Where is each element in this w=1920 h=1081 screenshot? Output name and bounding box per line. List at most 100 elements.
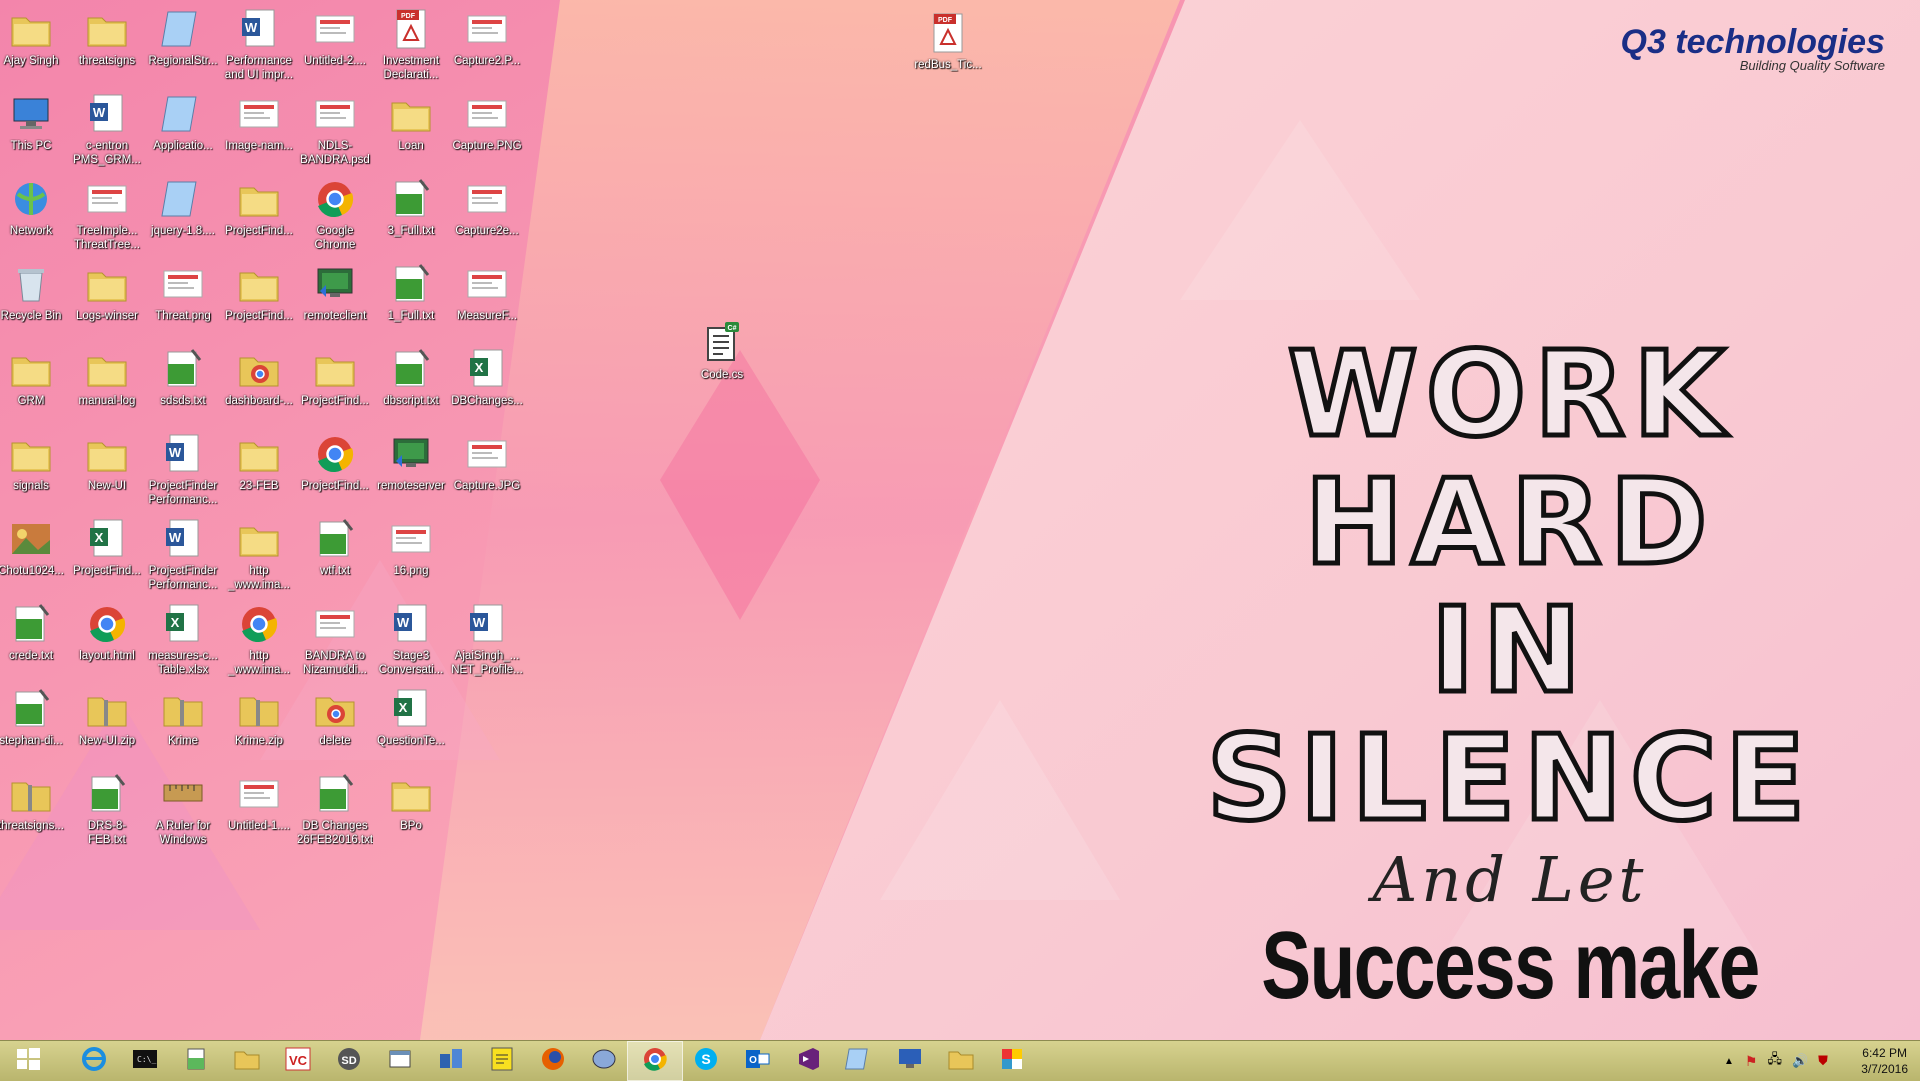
desktop-icon[interactable]: 23-FEB [221, 427, 297, 493]
taskbar-skype[interactable]: S [678, 1041, 734, 1081]
desktop-icon[interactable]: X ProjectFind... [69, 512, 145, 578]
desktop-icon[interactable]: BANDRA to Nizamuddi... [297, 597, 373, 677]
desktop-icon[interactable]: dashboard-... [221, 342, 297, 408]
desktop-icon[interactable]: Image-nam... [221, 87, 297, 153]
desktop-icon[interactable]: Applicatio... [145, 87, 221, 153]
desktop-icon[interactable]: X QuestionTe... [373, 682, 449, 748]
desktop-icon[interactable]: A Ruler for Windows [145, 767, 221, 847]
desktop-icon[interactable]: http _www.ima... [221, 512, 297, 592]
desktop-icon[interactable]: Google Chrome [297, 172, 373, 252]
desktop-icon[interactable]: Network [0, 172, 69, 238]
desktop-icon[interactable]: Wc-entron PMS_GRM... [69, 87, 145, 167]
taskbar-clock[interactable]: 6:42 PM 3/7/2016 [1861, 1045, 1908, 1077]
desktop-icon[interactable]: Logs-winser [69, 257, 145, 323]
desktop-icon[interactable]: RegionalStr... [145, 2, 221, 68]
desktop-icon[interactable]: W Stage3 Conversati... [373, 597, 449, 677]
taskbar-file-explorer[interactable] [219, 1041, 275, 1081]
desktop-icon[interactable]: New-UI [69, 427, 145, 493]
taskbar-internet-explorer[interactable] [66, 1041, 122, 1081]
desktop-icon[interactable]: manual-log [69, 342, 145, 408]
taskbar-firefox[interactable] [525, 1041, 581, 1081]
desktop-icon[interactable]: stephan-di... [0, 682, 69, 748]
desktop-icon[interactable]: jquery-1.8.... [145, 172, 221, 238]
taskbar-sticky-notes[interactable] [474, 1041, 530, 1081]
desktop-icon[interactable]: This PC [0, 87, 69, 153]
desktop-icon[interactable]: TreeImple... ThreatTree... [69, 172, 145, 252]
desktop-icon[interactable]: ProjectFind... [297, 427, 373, 493]
desktop-icon[interactable]: 16.png [373, 512, 449, 578]
desktop-icon[interactable]: threatsigns [69, 2, 145, 68]
desktop-icon[interactable]: MeasureF... [449, 257, 525, 323]
desktop-icon[interactable]: Untitled-2.... [297, 2, 373, 68]
taskbar-notepad-plus[interactable] [168, 1041, 224, 1081]
taskbar-paint[interactable] [984, 1041, 1040, 1081]
desktop-icon[interactable]: DB Changes 26FEB2016.txt [297, 767, 373, 847]
desktop-icon[interactable]: remoteclient [297, 257, 373, 323]
desktop-icon[interactable]: ProjectFind... [221, 257, 297, 323]
network-icon[interactable]: 🖧 [1767, 1050, 1782, 1072]
taskbar-remote-desktop[interactable] [882, 1041, 938, 1081]
desktop-icon[interactable]: http _www.ima... [221, 597, 297, 677]
taskbar-start-button[interactable] [0, 1041, 56, 1081]
desktop-icon[interactable]: NDLS-BANDRA.psd [297, 87, 373, 167]
desktop-icon[interactable]: sdsds.txt [145, 342, 221, 408]
taskbar-command-prompt[interactable]: C:\_ [117, 1041, 173, 1081]
desktop-icon[interactable]: Xmeasures-c... Table.xlsx [145, 597, 221, 677]
desktop-icon-label: ProjectFind... [301, 480, 369, 492]
desktop-icon[interactable]: Krime [145, 682, 221, 748]
desktop-icon[interactable]: wtf.txt [297, 512, 373, 578]
show-hidden-icons-icon[interactable]: ▲ [1724, 1056, 1734, 1067]
desktop-icon[interactable]: delete [297, 682, 373, 748]
desktop-icon[interactable]: dbscript.txt [373, 342, 449, 408]
desktop-icon[interactable]: Untitled-1.... [221, 767, 297, 833]
windows-logo-icon [13, 1044, 43, 1079]
taskbar-sql-developer[interactable]: SD [321, 1041, 377, 1081]
taskbar-app-tool[interactable] [576, 1041, 632, 1081]
desktop-icon[interactable]: threatsigns... [0, 767, 69, 833]
desktop-icon[interactable]: 1_Full.txt [373, 257, 449, 323]
desktop-icon[interactable]: remoteserver [373, 427, 449, 493]
desktop-icon[interactable]: Chotu1024... [0, 512, 69, 578]
desktop-icon[interactable]: crede.txt [0, 597, 69, 663]
desktop-icon[interactable]: W ProjectFinder Performanc... [145, 427, 221, 507]
taskbar-sticky-folder[interactable] [933, 1041, 989, 1081]
desktop-icon-redbus[interactable]: PDF redBus_Tic... [910, 6, 986, 72]
desktop-icon[interactable]: Loan [373, 87, 449, 153]
desktop-icon[interactable]: GRM [0, 342, 69, 408]
taskbar-outlook[interactable]: O [729, 1041, 785, 1081]
taskbar-visual-studio[interactable] [780, 1041, 836, 1081]
flag-icon[interactable]: ⚑ [1745, 1053, 1758, 1070]
desktop-icon[interactable]: BPo [373, 767, 449, 833]
desktop-icon[interactable]: Krime.zip [221, 682, 297, 748]
desktop-icon[interactable]: X DBChanges... [449, 342, 525, 408]
desktop-icon[interactable]: W ProjectFinder Performanc... [145, 512, 221, 592]
taskbar-notepad[interactable] [831, 1041, 887, 1081]
security-shield-icon[interactable]: ⛊ [1818, 1053, 1828, 1069]
desktop-icon[interactable]: New-UI.zip [69, 682, 145, 748]
svg-text:X: X [475, 360, 484, 375]
text-file-icon [84, 771, 130, 817]
desktop-icon[interactable]: Capture.JPG [449, 427, 525, 493]
taskbar-remote-tool[interactable] [423, 1041, 479, 1081]
volume-icon[interactable]: 🔊 [1792, 1053, 1808, 1069]
desktop-icon[interactable]: Threat.png [145, 257, 221, 323]
desktop-icon[interactable]: 3_Full.txt [373, 172, 449, 238]
taskbar-veracode[interactable]: VC [270, 1041, 326, 1081]
desktop-icon[interactable]: layout.html [69, 597, 145, 663]
desktop-icon[interactable]: W AjaiSingh_... NET_Profile... [449, 597, 525, 677]
desktop-icon[interactable]: Capture.PNG [449, 87, 525, 153]
desktop-icon-code-cs[interactable]: C# Code.cs [684, 316, 760, 382]
desktop-icon[interactable]: Recycle Bin [0, 257, 69, 323]
desktop-icon[interactable]: Capture2e... [449, 172, 525, 238]
desktop-icon[interactable]: DRS-8-FEB.txt [69, 767, 145, 847]
desktop-icon[interactable]: PDF Investment Declarati... [373, 2, 449, 82]
desktop-icon[interactable]: ProjectFind... [221, 172, 297, 238]
notepad-file-icon [160, 176, 206, 222]
desktop-icon[interactable]: W Performance and UI impr... [221, 2, 297, 82]
desktop-icon[interactable]: signals [0, 427, 69, 493]
desktop-icon[interactable]: Capture2.P... [449, 2, 525, 68]
taskbar-app-window[interactable] [372, 1041, 428, 1081]
taskbar-chrome[interactable] [627, 1041, 683, 1081]
desktop-icon[interactable]: ProjectFind... [297, 342, 373, 408]
desktop-icon[interactable]: Ajay Singh [0, 2, 69, 68]
